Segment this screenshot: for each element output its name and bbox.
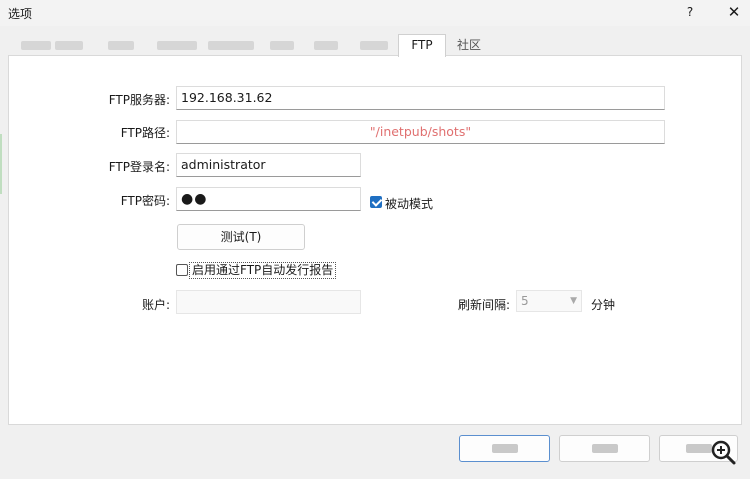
ftp-login-label: FTP登录名: <box>108 160 170 174</box>
tab-4[interactable] <box>204 36 258 56</box>
enable-ftp-publish-checkbox[interactable] <box>176 264 188 276</box>
zoom-in-icon[interactable] <box>709 438 737 466</box>
tab-2[interactable] <box>100 36 142 56</box>
tab-3[interactable] <box>152 36 202 56</box>
tab-1-label-blurred-2 <box>54 41 83 50</box>
ok-button-label-blurred <box>491 444 518 453</box>
cancel-button-label-blurred <box>591 444 618 453</box>
ftp-server-input[interactable]: 192.168.31.62 <box>176 86 665 110</box>
ftp-settings-panel <box>8 55 742 425</box>
title-bar: 选项 ? ✕ <box>0 0 750 26</box>
refresh-interval-select[interactable]: 5 ▼ <box>516 290 582 312</box>
refresh-unit-label: 分钟 <box>591 298 616 312</box>
test-button[interactable]: 测试(T) <box>177 224 305 250</box>
refresh-interval-label: 刷新间隔: <box>457 298 510 312</box>
passive-mode-label: 被动模式 <box>385 197 434 211</box>
window-title: 选项 <box>8 7 33 21</box>
apply-button-label-blurred <box>685 444 712 453</box>
account-input[interactable] <box>176 290 361 314</box>
account-label: 账户: <box>141 298 170 312</box>
tab-2-label-blurred <box>108 41 134 50</box>
tab-bar: FTP 社区 <box>0 34 750 57</box>
ftp-password-label: FTP密码: <box>120 194 170 208</box>
refresh-interval-value: 5 <box>521 294 529 308</box>
tab-5-label-blurred <box>270 41 294 50</box>
passive-mode-checkbox[interactable] <box>370 196 382 208</box>
tab-4-label-blurred <box>208 41 254 50</box>
tab-1[interactable] <box>12 36 92 56</box>
help-button[interactable]: ? <box>680 2 700 22</box>
tab-1-label-blurred <box>21 41 52 50</box>
tab-6[interactable] <box>306 36 346 56</box>
tab-7-label-blurred <box>360 41 388 50</box>
ftp-server-label: FTP服务器: <box>108 93 170 107</box>
close-button[interactable]: ✕ <box>724 2 744 22</box>
left-edge-accent <box>0 134 2 194</box>
ftp-path-label: FTP路径: <box>120 126 170 140</box>
tab-community[interactable]: 社区 <box>448 36 490 56</box>
tab-3-label-blurred <box>157 41 197 50</box>
ftp-password-input[interactable]: ●● <box>176 187 361 211</box>
enable-ftp-publish-label: 启用通过FTP自动发行报告 <box>189 262 337 279</box>
cancel-button[interactable] <box>559 435 650 462</box>
tab-ftp[interactable]: FTP <box>398 34 446 57</box>
tab-7[interactable] <box>352 36 396 56</box>
chevron-down-icon: ▼ <box>570 296 577 306</box>
tab-6-label-blurred <box>314 41 338 50</box>
ftp-login-input[interactable]: administrator <box>176 153 361 177</box>
tab-5[interactable] <box>262 36 302 56</box>
ok-button[interactable] <box>459 435 550 462</box>
ftp-path-input[interactable]: "/inetpub/shots" <box>176 120 665 144</box>
